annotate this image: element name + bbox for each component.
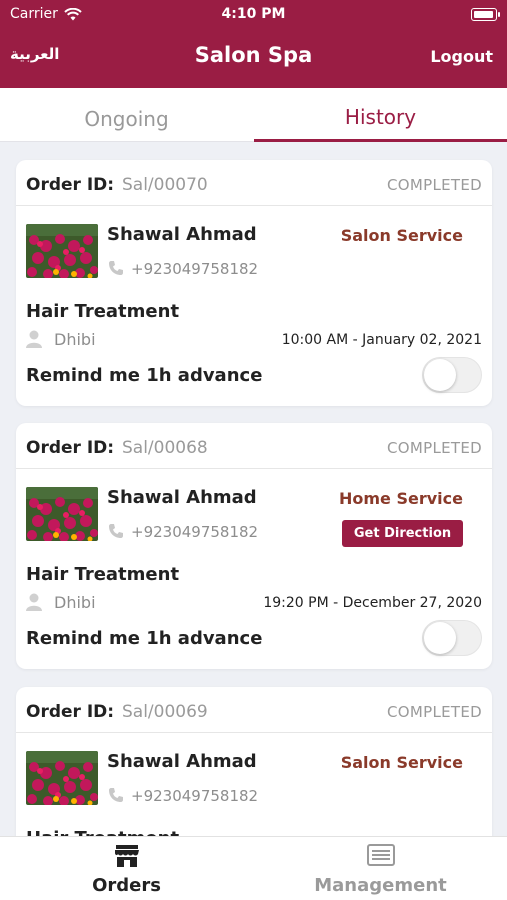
- battery-fill: [474, 11, 493, 18]
- status-badge: COMPLETED: [387, 439, 482, 457]
- customer-phone[interactable]: +923049758182: [131, 787, 258, 805]
- order-id-value: Sal/00068: [122, 438, 208, 458]
- get-direction-button[interactable]: Get Direction: [342, 520, 463, 547]
- service-thumbnail: [26, 751, 98, 805]
- order-id-label: Order ID:: [26, 702, 115, 722]
- customer-name: Shawal Ahmad: [107, 487, 257, 508]
- list-icon: [366, 844, 395, 866]
- appointment-datetime: 10:00 AM - January 02, 2021: [281, 332, 482, 348]
- stylist-name: Dhibi: [54, 330, 96, 349]
- order-card[interactable]: Order ID: Sal/00070 COMPLETED Shawal Ahm…: [16, 160, 492, 406]
- customer-name: Shawal Ahmad: [107, 224, 257, 245]
- remind-toggle[interactable]: [422, 620, 482, 656]
- tab-management-label: Management: [314, 875, 447, 896]
- phone-icon: [109, 261, 123, 275]
- logout-button[interactable]: Logout: [430, 47, 493, 66]
- service-type: Salon Service: [340, 226, 463, 245]
- service-thumbnail: [26, 487, 98, 541]
- order-card[interactable]: Order ID: Sal/00068 COMPLETED Shawal Ahm…: [16, 423, 492, 669]
- treatment-name: Hair Treatment: [26, 301, 180, 322]
- order-card-header: Order ID: Sal/00069 COMPLETED: [16, 687, 492, 733]
- tab-history[interactable]: History: [254, 88, 507, 142]
- order-id-label: Order ID:: [26, 175, 115, 195]
- status-badge: COMPLETED: [387, 703, 482, 721]
- remind-toggle[interactable]: [422, 357, 482, 393]
- customer-name: Shawal Ahmad: [107, 751, 257, 772]
- order-card[interactable]: Order ID: Sal/00069 COMPLETED Shawal Ahm…: [16, 687, 492, 836]
- treatment-name: Hair Treatment: [26, 828, 179, 836]
- treatment-name: Hair Treatment: [26, 564, 180, 585]
- app-header: Carrier 4:10 PM العربية Salon Spa Logout: [0, 0, 507, 88]
- tab-ongoing[interactable]: Ongoing: [0, 88, 253, 142]
- order-list[interactable]: Order ID: Sal/00070 COMPLETED Shawal Ahm…: [0, 142, 507, 836]
- remind-label: Remind me 1h advance: [26, 365, 263, 386]
- clock: 4:10 PM: [221, 6, 286, 22]
- order-id-value: Sal/00069: [122, 702, 208, 722]
- status-badge: COMPLETED: [387, 176, 482, 194]
- phone-icon: [109, 788, 123, 802]
- tab-management[interactable]: Management: [254, 837, 507, 900]
- order-card-header: Order ID: Sal/00068 COMPLETED: [16, 423, 492, 469]
- service-type: Home Service: [339, 489, 463, 508]
- store-icon: [114, 845, 139, 867]
- service-thumbnail: [26, 224, 98, 278]
- toggle-knob: [424, 359, 456, 391]
- tab-orders-label: Orders: [92, 875, 161, 896]
- status-bar: Carrier 4:10 PM: [0, 4, 507, 24]
- nav-bar: العربية Salon Spa Logout: [0, 40, 507, 76]
- appointment-datetime: 19:20 PM - December 27, 2020: [263, 595, 482, 611]
- toggle-knob: [424, 622, 456, 654]
- phone-icon: [109, 524, 123, 538]
- person-icon: [26, 330, 42, 348]
- battery-icon: [471, 8, 500, 21]
- service-type: Salon Service: [340, 753, 463, 772]
- tab-orders[interactable]: Orders: [0, 837, 253, 900]
- stylist-name: Dhibi: [54, 593, 96, 612]
- order-id-label: Order ID:: [26, 438, 115, 458]
- person-icon: [26, 593, 42, 611]
- customer-phone[interactable]: +923049758182: [131, 260, 258, 278]
- order-tabs: Ongoing History: [0, 88, 507, 142]
- order-card-header: Order ID: Sal/00070 COMPLETED: [16, 160, 492, 206]
- customer-phone[interactable]: +923049758182: [131, 523, 258, 541]
- remind-label: Remind me 1h advance: [26, 628, 263, 649]
- bottom-tab-bar: Orders Management: [0, 836, 507, 900]
- order-id-value: Sal/00070: [122, 175, 208, 195]
